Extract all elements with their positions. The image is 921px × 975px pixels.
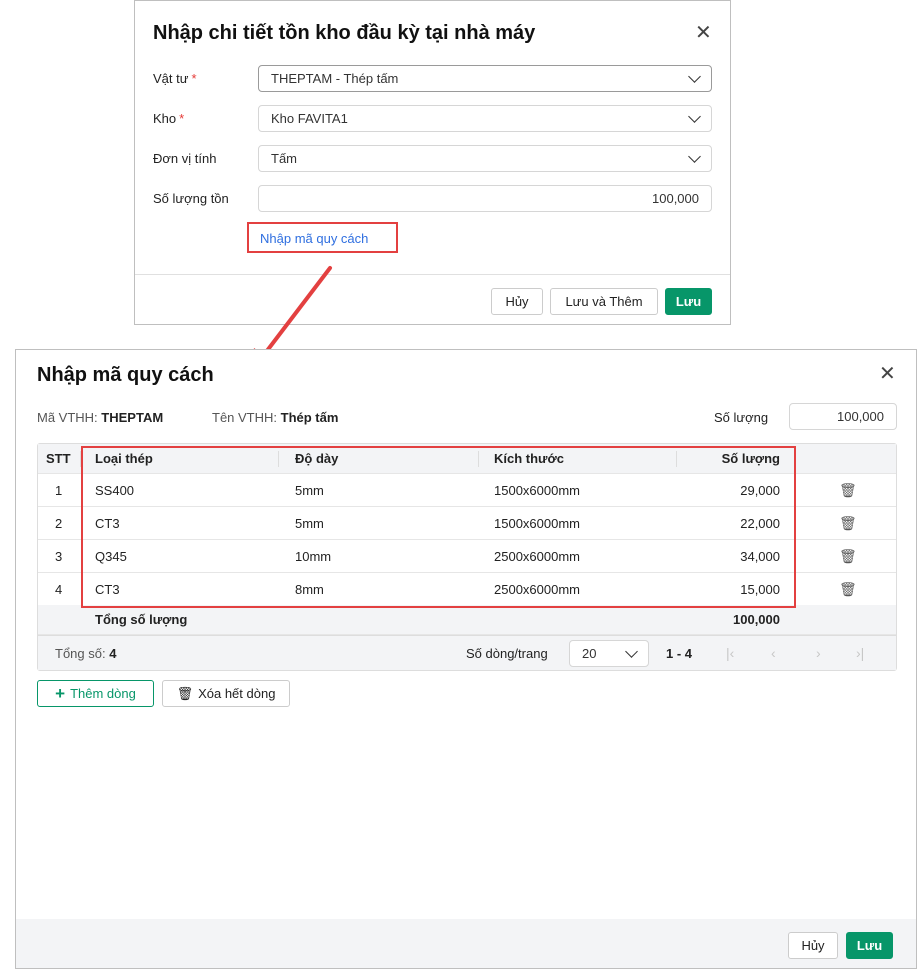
chevron-down-icon: [688, 69, 701, 83]
save-button[interactable]: Lưu: [846, 932, 893, 959]
last-page-icon[interactable]: ›|: [856, 645, 864, 661]
field-label-don-vi: Đơn vị tính: [153, 151, 217, 166]
kho-select[interactable]: Kho FAVITA1: [258, 105, 712, 132]
delete-row-icon[interactable]: 🗑: [839, 482, 857, 499]
next-page-icon[interactable]: ›: [816, 645, 821, 661]
vat-tu-select[interactable]: THEPTAM - Thép tấm: [258, 65, 712, 92]
total-count: Tổng số: 4: [55, 645, 117, 661]
cell-stt: 1: [55, 482, 63, 498]
chevron-down-icon: [688, 109, 701, 123]
page-size-select[interactable]: 20: [569, 640, 649, 667]
plus-icon: +: [55, 683, 66, 703]
page-range: 1 - 4: [666, 645, 693, 661]
delete-row-icon[interactable]: 🗑: [839, 548, 857, 565]
field-label-so-luong: Số lượng tồn: [153, 191, 229, 206]
ten-vthh: Tên VTHH: Thép tấm: [212, 410, 339, 425]
highlight-box-table: [81, 446, 796, 608]
dialog-title: Nhập chi tiết tồn kho đầu kỳ tại nhà máy: [153, 22, 536, 44]
so-luong-label: Số lượng: [714, 410, 769, 425]
total-row: Tổng số lượng 100,000: [38, 605, 896, 635]
pagination-bar: Tổng số: 4 Số dòng/trang 20 1 - 4 |‹ ‹ ›…: [38, 635, 896, 670]
ma-vthh: Mã VTHH: THEPTAM: [37, 410, 164, 425]
close-icon[interactable]: ✕: [879, 364, 896, 384]
cancel-button[interactable]: Hủy: [491, 288, 543, 315]
clear-rows-button[interactable]: 🗑 Xóa hết dòng: [162, 680, 290, 707]
highlight-box-link: [247, 222, 398, 253]
inventory-detail-dialog: Nhập chi tiết tồn kho đầu kỳ tại nhà máy…: [134, 0, 731, 325]
chevron-down-icon: [688, 149, 701, 163]
save-and-add-button[interactable]: Lưu và Thêm: [550, 288, 658, 315]
delete-row-icon[interactable]: 🗑: [839, 515, 857, 532]
footer-divider: [135, 274, 730, 275]
so-luong-ton-input[interactable]: 100,000: [258, 185, 712, 212]
cell-stt: 3: [55, 548, 63, 564]
add-row-button[interactable]: + Thêm dòng: [37, 680, 154, 707]
cell-stt: 4: [55, 581, 63, 597]
chevron-down-icon: [625, 644, 638, 658]
so-luong-input[interactable]: 100,000: [789, 403, 897, 430]
close-icon[interactable]: ✕: [695, 23, 712, 43]
cell-stt: 2: [55, 515, 63, 531]
delete-row-icon[interactable]: 🗑: [839, 581, 857, 598]
don-vi-select[interactable]: Tấm: [258, 145, 712, 172]
page-size-label: Số dòng/trang: [466, 645, 548, 661]
cancel-button[interactable]: Hủy: [788, 932, 838, 959]
field-label-vat-tu: Vật tư *: [153, 71, 197, 86]
dialog-title: Nhập mã quy cách: [37, 364, 214, 386]
prev-page-icon[interactable]: ‹: [771, 645, 776, 661]
first-page-icon[interactable]: |‹: [726, 645, 734, 661]
dialog-footer: [16, 919, 916, 968]
save-button[interactable]: Lưu: [665, 288, 712, 315]
trash-icon: 🗑: [176, 685, 194, 701]
col-stt: STT: [46, 451, 71, 466]
field-label-kho: Kho *: [153, 111, 185, 126]
